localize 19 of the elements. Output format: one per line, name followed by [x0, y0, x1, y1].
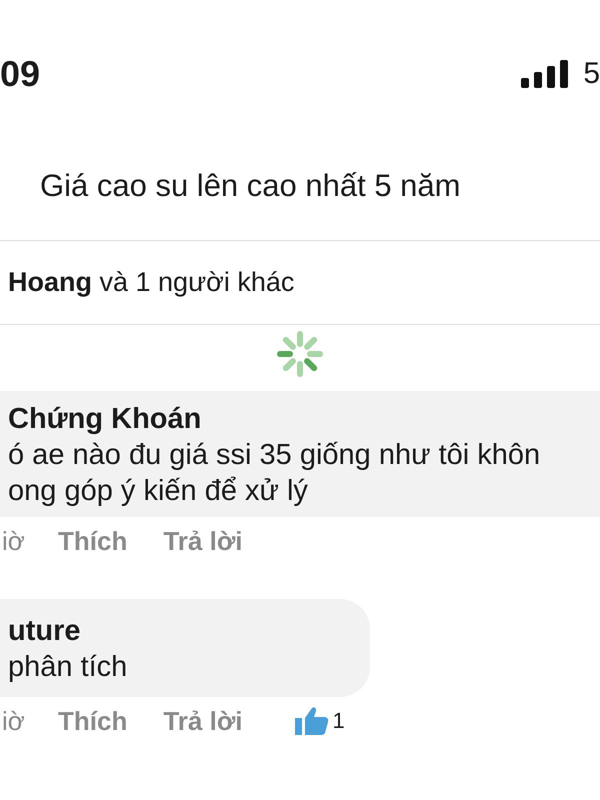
spinner-icon [277, 331, 323, 377]
like-count: 1 [332, 708, 345, 734]
comment-text: phân tích [8, 650, 128, 685]
comment-time: iờ [1, 526, 26, 556]
like-button[interactable]: Thích [58, 706, 164, 736]
comment-author[interactable]: uture [8, 613, 362, 649]
reply-button[interactable]: Trả lời [163, 526, 279, 556]
status-time: 09 [0, 53, 40, 95]
comment-text: ong góp ý kiến để xử lý [8, 474, 309, 509]
reactions-summary[interactable]: Hoang và 1 người khác [0, 240, 600, 325]
comment-time: iờ [1, 706, 26, 736]
reply-button[interactable]: Trả lời [163, 706, 279, 736]
like-button[interactable]: Thích [58, 526, 164, 556]
comment-author[interactable]: Chứng Khoán [8, 401, 592, 437]
thumbs-up-icon [294, 706, 329, 736]
network-label: 5 [583, 57, 600, 91]
comment-text: ó ae nào đu giá ssi 35 giống như tôi khôn [8, 438, 542, 473]
signal-icon [521, 60, 570, 88]
post-title: Giá cao su lên cao nhất 5 năm [39, 167, 462, 205]
